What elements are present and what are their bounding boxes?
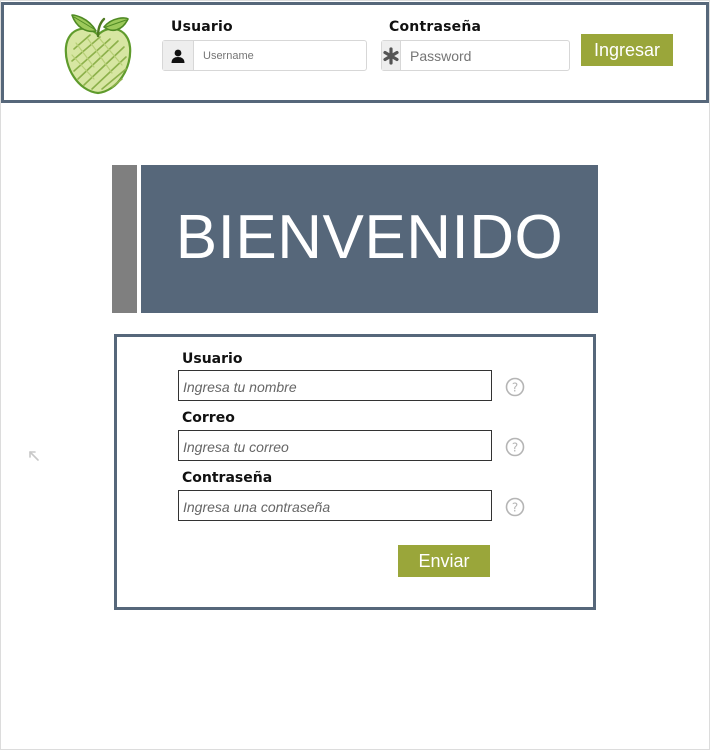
form-username-input[interactable]: [178, 370, 492, 401]
password-field[interactable]: [381, 40, 600, 71]
form-email-input[interactable]: [178, 430, 492, 461]
question-circle-icon[interactable]: ?: [505, 497, 525, 517]
login-button[interactable]: Ingresar: [581, 34, 673, 66]
arrow-up-left-icon: [29, 451, 39, 461]
welcome-title: BIENVENIDO: [175, 202, 564, 272]
username-label: Usuario: [171, 19, 233, 35]
welcome-banner: BIENVENIDO: [141, 165, 598, 313]
form-password-label: Contraseña: [182, 470, 273, 486]
submit-button[interactable]: Enviar: [398, 545, 490, 577]
svg-text:?: ?: [512, 501, 518, 515]
password-input[interactable]: [401, 41, 600, 70]
svg-text:?: ?: [512, 441, 518, 455]
svg-text:?: ?: [512, 381, 518, 395]
password-label: Contraseña: [389, 19, 482, 35]
username-field[interactable]: [162, 40, 367, 71]
registration-form: Usuario ? Correo ? Contraseña ? Enviar: [114, 334, 596, 610]
header-bar: Usuario Contraseña Ingresar: [1, 2, 709, 103]
form-email-label: Correo: [182, 410, 235, 426]
form-username-label: Usuario: [182, 351, 243, 367]
username-input[interactable]: [194, 41, 366, 70]
user-icon: [163, 41, 194, 70]
form-password-input[interactable]: [178, 490, 492, 521]
banner-side-bar: [112, 165, 137, 313]
apple-logo-icon: [64, 14, 132, 95]
question-circle-icon[interactable]: ?: [505, 437, 525, 457]
question-circle-icon[interactable]: ?: [505, 377, 525, 397]
asterisk-icon: [382, 41, 401, 70]
